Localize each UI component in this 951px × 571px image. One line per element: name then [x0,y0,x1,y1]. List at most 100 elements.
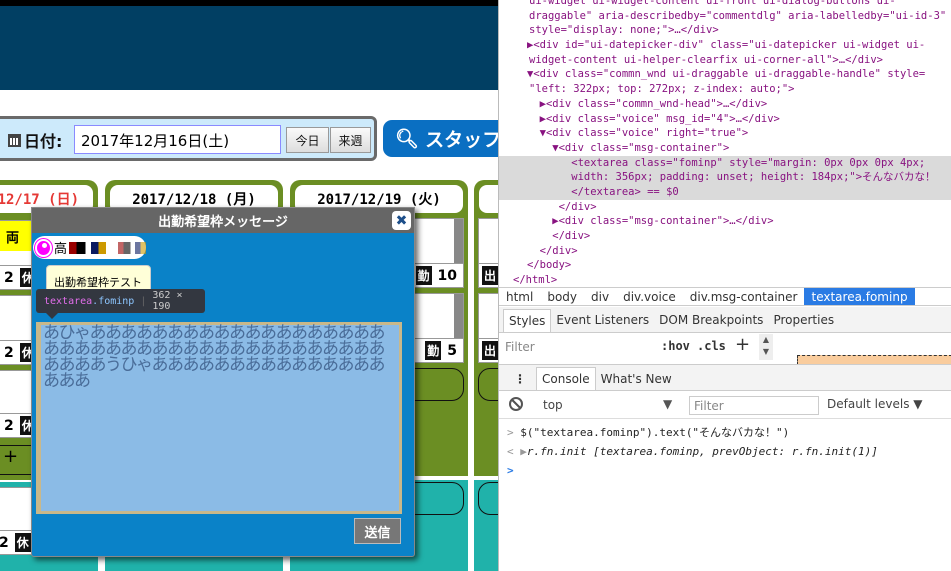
dom-line[interactable]: ▶<div class="commn_wnd-head">…</div> [507,97,951,112]
dom-line: width: 356px; padding: unset; height: 18… [527,171,936,184]
inspector-tooltip: textarea.fominp | 362 × 190 [36,289,205,319]
date-input[interactable]: 2017年12月16日(土) [74,125,281,154]
tooltip-class: .fominp [92,295,135,307]
message-textarea[interactable]: あひゃあああああああああああああああああああああああああああああああああああああ… [36,322,402,514]
kind-badge: 出 [482,266,498,285]
count: 2 [4,417,14,434]
elements-tree[interactable]: ui-widget ui-widget-content ui-front ui-… [499,0,951,288]
console-command: $("textarea.fominp").text("そんなバカな！") [520,426,790,439]
tooltip-size: 362 × 190 [152,290,183,312]
shift-card[interactable]: 出 [478,218,498,288]
count: 2 [4,269,14,286]
tab-dom-breakpoints[interactable]: DOM Breakpoints [654,309,768,332]
console-input-line: > $("textarea.fominp").text("そんなバカな！") [507,426,790,439]
count: 10 [437,267,457,284]
tab-console[interactable]: Console [536,367,596,390]
tab-styles[interactable]: Styles [503,309,552,332]
today-button[interactable]: 今日 [286,127,329,153]
breadcrumb-item[interactable]: div.msg-container [683,288,805,305]
kind-badge: 出 [482,341,498,360]
chevron-down-icon[interactable]: ▼ [663,397,672,411]
hov-toggle[interactable]: :hov [661,339,690,353]
drawer-menu-icon[interactable]: ⋮ [509,368,536,390]
drawer-tabs: ⋮ Console What's New [499,364,951,391]
user-name: 高 [54,242,68,257]
styles-tabs: Styles Event Listeners DOM Breakpoints P… [499,307,951,333]
header-banner [0,6,498,90]
dom-line[interactable]: </div> [507,229,951,244]
dom-line[interactable]: ▶<div id="ui-datepicker-div" class="ui-d… [507,38,951,53]
dom-line[interactable]: style="display: none;">…</div> [507,23,951,38]
day-header [479,185,498,213]
dom-line: <textarea class="fominp" style="margin: … [527,156,926,169]
breadcrumb-item-selected[interactable]: textarea.fominp [804,288,915,305]
dom-line[interactable]: </html> [507,273,951,288]
search-icon: 🔍︎ [395,128,420,150]
console-log: > $("textarea.fominp").text("そんなバカな！") <… [507,423,947,480]
dom-line[interactable]: draggable" aria-describedby="commentdlg"… [507,9,951,24]
user-badge: 高 [33,236,146,259]
devtools-panel: ui-widget ui-widget-content ui-front ui-… [498,0,951,571]
dom-line[interactable]: ▶<div class="voice" msg_id="4">…</div> [507,112,951,127]
count: 2 [0,534,9,551]
message-dialog: 出勤希望枠メッセージ ✖ 高 出勤希望枠テスト textarea.fominp |… [31,207,415,557]
breadcrumb-item[interactable]: body [540,288,584,305]
breadcrumb: html body div div.voice div.msg-containe… [499,287,951,306]
tab-whats-new[interactable]: What's New [596,368,677,390]
console-filter-input[interactable]: Filter [689,396,819,415]
send-button[interactable]: 送信 [354,518,401,544]
dom-line[interactable]: ▼<div class="voice" right="true"> [507,126,951,141]
add-slot[interactable] [478,482,498,515]
log-levels-select[interactable]: Default levels ▼ [827,397,923,411]
redacted-name [118,241,146,254]
cls-toggle[interactable]: .cls [697,339,726,353]
tooltip-tag: textarea [44,295,93,307]
calendar-icon [8,133,21,147]
scrollbar[interactable]: ▲ ▼ [759,334,773,360]
dom-line: </textarea> == $0 [527,185,679,198]
tab-properties[interactable]: Properties [768,309,839,332]
day-column-4: 出 出 [474,180,498,476]
console-prompt[interactable]: > [507,461,947,480]
breadcrumb-item[interactable]: div.voice [616,288,683,305]
count: 5 [447,342,457,359]
search-button-label: スタッフ [425,129,498,151]
breadcrumb-item[interactable]: html [499,288,540,305]
clear-console-icon[interactable] [509,397,523,411]
dialog-title: 出勤希望枠メッセージ [158,215,288,230]
dom-line[interactable]: </body> [507,258,951,273]
shift-card[interactable]: 出 [478,293,498,363]
dom-line[interactable]: ▼<div class="commn_wnd ui-draggable ui-d… [507,67,951,82]
console-output-line[interactable]: < ▶r.fn.init [textarea.fominp, prevObjec… [507,442,947,461]
kind-badge: 休 [14,533,31,552]
dom-line[interactable]: "left: 322px; top: 272px; z-index: auto;… [507,82,951,97]
redacted-name [69,241,107,254]
console-result: r.fn.init [textarea.fominp, prevObject: … [526,445,878,458]
dom-line[interactable]: widget-content ui-helper-clearfix ui-cor… [507,53,951,68]
web-page: 日付: 2017年12月16日(土) 今日 来週 🔍︎ スタッフ 12/17 (日… [0,0,498,571]
staff-search-button[interactable]: 🔍︎ スタッフ [383,120,498,157]
new-style-rule-button[interactable]: + [735,334,750,355]
close-button[interactable]: ✖ [392,211,411,230]
breadcrumb-item[interactable]: div [584,288,616,305]
date-label-text: 日付: [24,132,63,151]
console-toolbar: top ▼ Filter Default levels ▼ [499,392,951,419]
tab-event-listeners[interactable]: Event Listeners [551,309,654,332]
dom-line[interactable]: ui-widget ui-widget-content ui-front ui-… [507,0,951,9]
add-slot[interactable] [478,368,498,401]
next-week-button[interactable]: 来週 [330,127,371,153]
kind-badge: 勤 [415,266,432,285]
dom-line[interactable]: </div> [507,244,951,259]
kind-badge: 勤 [425,341,442,360]
styles-filter-input[interactable]: Filter [499,334,649,360]
dialog-header[interactable]: 出勤希望枠メッセージ [32,208,414,233]
dom-line[interactable]: </div> [507,200,951,215]
date-label: 日付: [8,128,62,152]
context-select[interactable]: top [543,398,563,412]
avatar [35,238,52,257]
dom-line[interactable]: ▶<div class="msg-container">…</div> [507,214,951,229]
dom-line[interactable]: ▼<div class="msg-container"> [507,141,951,156]
day-column-4-lower [474,480,498,571]
selected-dom-node[interactable]: <textarea class="fominp" style="margin: … [499,155,951,200]
count: 2 [4,344,14,361]
